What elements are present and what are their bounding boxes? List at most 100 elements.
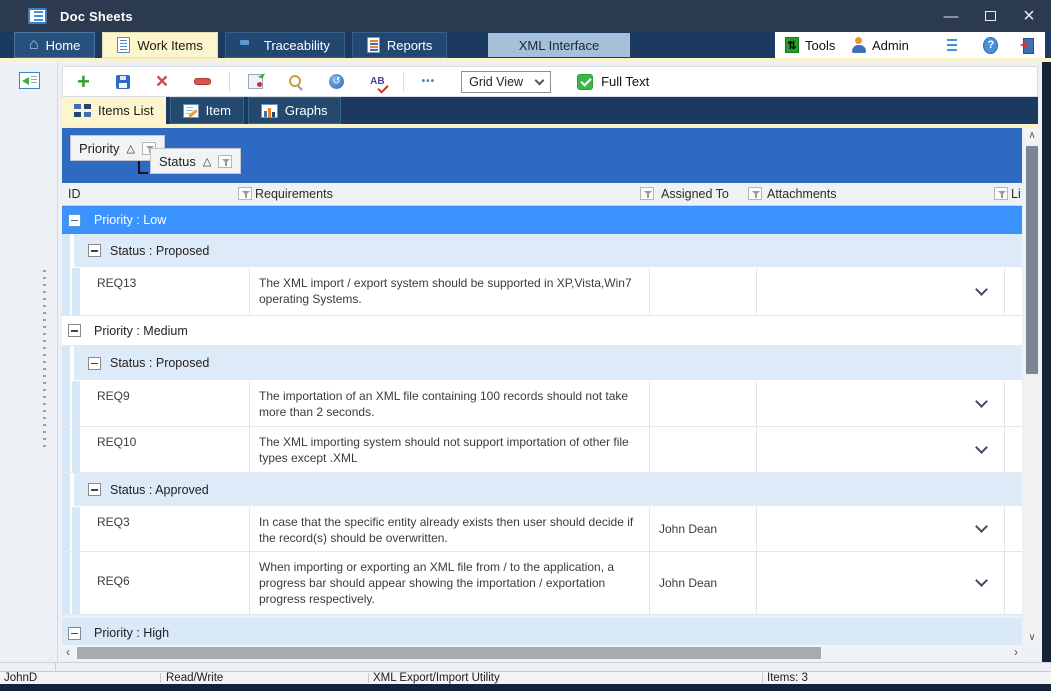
group-row-priority-low[interactable]: Priority : Low [62,206,1022,234]
horizontal-scrollbar[interactable]: ‹ › [62,645,1022,661]
collapse-group-icon[interactable] [88,244,101,257]
filter-icon[interactable] [218,155,232,168]
admin-icon[interactable] [851,37,866,53]
group-row-status-proposed[interactable]: Status : Proposed [62,346,1022,381]
group-chip-status[interactable]: Status △ [150,148,241,174]
xml-interface-button[interactable]: XML Interface [488,33,630,57]
collapse-group-icon[interactable] [68,627,81,640]
group-row-priority-medium[interactable]: Priority : Medium [62,316,1022,346]
sort-ascending-icon: △ [203,155,211,168]
column-header-attachments[interactable]: Attachments [767,187,836,201]
tab-work-items[interactable]: Work Items [102,32,218,58]
tools-label[interactable]: Tools [805,38,835,53]
window-bottom-edge [0,684,1051,691]
vertical-scroll-thumb[interactable] [1026,146,1038,374]
tab-item[interactable]: Item [170,97,244,124]
tab-graphs[interactable]: Graphs [248,97,341,124]
vertical-scrollbar[interactable]: ∧ ∨ [1024,128,1040,645]
remove-button[interactable] [194,78,211,85]
collapse-group-icon[interactable] [88,357,101,370]
cell-id: REQ9 [82,381,250,426]
full-text-checkbox[interactable] [577,74,593,90]
divider [55,663,56,671]
help-icon[interactable]: ? [983,37,998,54]
delete-button[interactable]: × [156,73,168,91]
scroll-down-icon[interactable]: ∨ [1024,632,1040,643]
indent-guide [72,552,80,614]
group-row-priority-high[interactable]: Priority : High [62,618,1022,645]
group-row-status-proposed[interactable]: Status : Proposed [62,234,1022,268]
indent-guide [62,346,70,381]
spellcheck-icon[interactable]: AB [370,76,384,87]
admin-label[interactable]: Admin [872,38,909,53]
undo-icon[interactable]: ↺ [329,74,344,89]
table-row-req3[interactable]: REQ3 In case that the specific entity al… [62,507,1022,552]
tab-reports[interactable]: Reports [352,32,448,58]
reports-icon [367,37,380,53]
view-mode-select[interactable]: Grid View [461,71,551,93]
filter-icon[interactable] [640,187,654,200]
cell-links [1005,427,1022,472]
cell-id: REQ10 [82,427,250,472]
exit-icon[interactable] [1020,37,1035,53]
tab-home[interactable]: ⌂ Home [14,32,95,58]
items-list-icon [74,104,91,118]
filter-icon[interactable] [748,187,762,200]
indent-guide [72,507,80,551]
toolbar-separator [403,72,404,92]
status-bar: JohnD Read/Write XML Export/Import Utili… [0,671,1051,684]
collapse-group-icon[interactable] [68,214,81,227]
add-item-button[interactable]: + [77,72,90,92]
column-header-assigned-to[interactable]: Assigned To [661,187,729,201]
export-button[interactable] [248,74,263,89]
table-row-req9[interactable]: REQ9 The importation of an XML file cont… [62,381,1022,427]
tab-item-label: Item [206,103,231,118]
scroll-up-icon[interactable]: ∧ [1024,130,1040,141]
horizontal-scroll-thumb[interactable] [77,647,821,659]
window-title: Doc Sheets [60,9,133,24]
more-options-button[interactable]: ••• [422,76,436,87]
group-row-status-approved[interactable]: Status : Approved [62,473,1022,507]
maximize-button[interactable] [976,4,1004,28]
collapse-panel-icon[interactable] [19,72,40,89]
minimize-button[interactable]: — [937,4,965,28]
indent-guide [62,427,70,472]
row-expand-chevron-icon[interactable] [975,283,988,296]
column-header-links[interactable]: Li [1011,187,1021,201]
collapse-group-icon[interactable] [68,324,81,337]
row-expand-chevron-icon[interactable] [975,395,988,408]
cell-assigned-to: John Dean [650,552,757,614]
table-row-req6[interactable]: REQ6 When importing or exporting an XML … [62,552,1022,615]
sort-ascending-icon: △ [126,142,134,155]
indent-guide [62,268,70,315]
table-row-req10[interactable]: REQ10 The XML importing system should no… [62,427,1022,473]
save-button[interactable] [116,75,130,89]
column-header-requirements[interactable]: Requirements [255,187,333,201]
column-header-id[interactable]: ID [68,187,81,201]
row-expand-chevron-icon[interactable] [975,574,988,587]
collapse-group-icon[interactable] [88,483,101,496]
splitter-handle[interactable] [43,270,46,450]
tab-items-list[interactable]: Items List [62,97,166,124]
scroll-right-icon[interactable]: › [1014,645,1018,659]
tab-work-items-label: Work Items [137,38,203,53]
tools-icon[interactable]: ⇅ [785,37,799,53]
group-chip-status-label: Status [159,154,196,169]
search-icon[interactable] [289,75,303,89]
tab-traceability-label: Traceability [264,38,330,53]
home-icon: ⌂ [29,38,39,52]
row-expand-chevron-icon[interactable] [975,441,988,454]
divider [762,673,763,683]
task-list-icon[interactable] [943,39,958,51]
filter-icon[interactable] [994,187,1008,200]
cell-attachments [757,507,1005,551]
table-row-req13[interactable]: REQ13 The XML import / export system sho… [62,268,1022,316]
scroll-left-icon[interactable]: ‹ [66,645,70,659]
close-button[interactable]: × [1015,4,1043,28]
tab-traceability[interactable]: Traceability [225,32,345,58]
filter-icon[interactable] [238,187,252,200]
cell-attachments [757,381,1005,426]
cell-requirements: In case that the specific entity already… [250,507,650,551]
row-expand-chevron-icon[interactable] [975,520,988,533]
cell-assigned-to [650,268,757,315]
